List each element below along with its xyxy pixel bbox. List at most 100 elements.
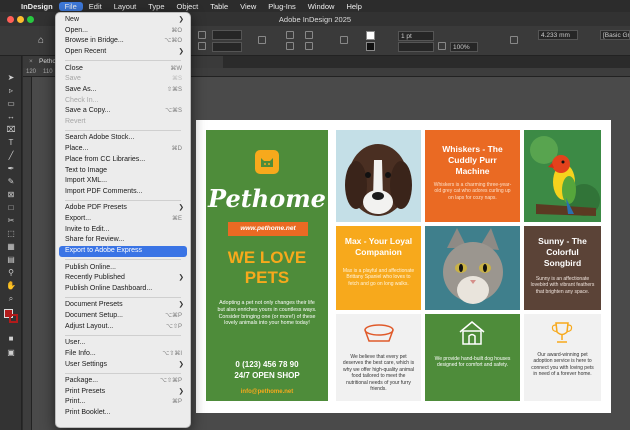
- stroke-swatch[interactable]: [366, 42, 375, 51]
- menu-item-publish-online-dashboard[interactable]: Publish Online Dashboard...: [56, 284, 190, 295]
- menu-item-close[interactable]: Close ⌘W: [56, 64, 190, 75]
- reference-point-icon[interactable]: [198, 31, 206, 39]
- chain-link-icon[interactable]: [258, 36, 266, 44]
- select-container-icon[interactable]: [340, 36, 348, 44]
- direct-selection-tool-icon[interactable]: ▹: [6, 86, 16, 96]
- food-card[interactable]: We believe that every pet deserves the b…: [336, 314, 421, 401]
- fill-swatch[interactable]: [366, 31, 375, 40]
- menu-item-print-booklet[interactable]: Print Booklet...: [56, 408, 190, 419]
- gap-tool-icon[interactable]: ↔: [6, 112, 16, 122]
- document-page[interactable]: Pethome www.pethome.net WE LOVE PETS Ado…: [196, 120, 611, 413]
- menu-item-export[interactable]: Export... ⌘E: [56, 214, 190, 225]
- menu-item-label: Document Presets: [65, 301, 123, 309]
- menu-separator: [65, 297, 181, 299]
- flip-horizontal-icon[interactable]: [305, 31, 313, 39]
- screen-mode-icon[interactable]: ▣: [6, 348, 16, 358]
- menu-item-open[interactable]: Open... ⌘O: [56, 26, 190, 37]
- max-card[interactable]: Max - Your Loyal Companion Max is a play…: [336, 226, 421, 310]
- pencil-tool-icon[interactable]: ✎: [6, 177, 16, 187]
- menu-item-import-xml[interactable]: Import XML...: [56, 176, 190, 187]
- rectangle-frame-tool-icon[interactable]: ⊠: [6, 190, 16, 200]
- menu-item-share-for-review[interactable]: Share for Review...: [56, 235, 190, 246]
- selection-tool-icon[interactable]: ➤: [6, 73, 16, 83]
- menu-item-print[interactable]: Print... ⌘P: [56, 397, 190, 408]
- menu-item-document-setup[interactable]: Document Setup... ⌥⌘P: [56, 311, 190, 322]
- menu-object[interactable]: Object: [171, 2, 205, 11]
- menu-help[interactable]: Help: [340, 2, 367, 11]
- submenu-arrow-icon: ❯: [178, 387, 184, 395]
- stroke-weight-field[interactable]: 1 pt: [398, 31, 434, 41]
- menu-file[interactable]: File: [58, 1, 83, 11]
- parrot-photo[interactable]: [524, 130, 601, 222]
- cat-photo[interactable]: [425, 226, 520, 310]
- constrain-icon[interactable]: [198, 42, 206, 50]
- gradient-tool-icon[interactable]: ▦: [6, 242, 16, 252]
- hand-tool-icon[interactable]: ✋: [6, 281, 16, 291]
- home-icon[interactable]: ⌂: [38, 35, 44, 46]
- close-tab-icon[interactable]: ×: [29, 58, 33, 65]
- brand-panel[interactable]: Pethome www.pethome.net WE LOVE PETS Ado…: [206, 130, 328, 401]
- text-wrap-icon[interactable]: [510, 36, 518, 44]
- menu-item-print-presets[interactable]: Print Presets ❯: [56, 387, 190, 398]
- menu-item-invite-to-edit[interactable]: Invite to Edit...: [56, 225, 190, 236]
- menu-item-new[interactable]: New ❯: [56, 15, 190, 26]
- dog-house-card[interactable]: We provide hand-built dog houses designe…: [425, 314, 520, 401]
- menu-item-import-pdf-comments[interactable]: Import PDF Comments...: [56, 187, 190, 198]
- menu-item-place[interactable]: Place... ⌘D: [56, 144, 190, 155]
- flip-vertical-icon[interactable]: [305, 42, 313, 50]
- menu-item-open-recent[interactable]: Open Recent ❯: [56, 47, 190, 58]
- width-field[interactable]: 4.233 mm: [538, 30, 578, 40]
- menu-item-user[interactable]: User...: [56, 338, 190, 349]
- menu-item-save-a-copy[interactable]: Save a Copy... ⌥⌘S: [56, 106, 190, 117]
- rectangle-tool-icon[interactable]: □: [6, 203, 16, 213]
- zoom-tool-icon[interactable]: ⌕: [6, 294, 16, 304]
- menu-window[interactable]: Window: [302, 2, 341, 11]
- scissors-tool-icon[interactable]: ✂: [6, 216, 16, 226]
- menu-item-publish-online[interactable]: Publish Online...: [56, 263, 190, 274]
- free-transform-tool-icon[interactable]: ⬚: [6, 229, 16, 239]
- y-field[interactable]: [212, 42, 242, 52]
- apply-color-icon[interactable]: ■: [6, 334, 16, 344]
- app-menu[interactable]: InDesign: [15, 2, 59, 11]
- menu-item-save-as[interactable]: Save As... ⇧⌘S: [56, 85, 190, 96]
- menu-item-document-presets[interactable]: Document Presets ❯: [56, 300, 190, 311]
- menu-item-check-in[interactable]: Check In...: [56, 96, 190, 107]
- menu-item-recently-published[interactable]: Recently Published ❯: [56, 273, 190, 284]
- content-collector-icon[interactable]: ⌧: [6, 125, 16, 135]
- stroke-type-field[interactable]: [398, 42, 434, 52]
- dog-photo[interactable]: [336, 130, 421, 222]
- menu-table[interactable]: Table: [204, 2, 234, 11]
- menu-item-package[interactable]: Package... ⌥⇧⌘P: [56, 376, 190, 387]
- shear-icon[interactable]: [286, 42, 294, 50]
- page-tool-icon[interactable]: ▭: [6, 99, 16, 109]
- menu-item-user-settings[interactable]: User Settings ❯: [56, 360, 190, 371]
- whiskers-card[interactable]: Whiskers - The Cuddly Purr Machine Whisk…: [425, 130, 520, 222]
- menu-edit[interactable]: Edit: [83, 2, 108, 11]
- menu-item-browse-in-bridge[interactable]: Browse in Bridge... ⌥⌘O: [56, 36, 190, 47]
- eyedropper-tool-icon[interactable]: ⚲: [6, 268, 16, 278]
- menu-item-export-to-adobe-express[interactable]: Export to Adobe Express: [59, 246, 187, 257]
- award-card[interactable]: Our award-winning pet adoption service i…: [524, 314, 601, 401]
- menu-item-adobe-pdf-presets[interactable]: Adobe PDF Presets ❯: [56, 203, 190, 214]
- type-tool-icon[interactable]: T: [6, 138, 16, 148]
- opacity-field[interactable]: 100%: [450, 42, 478, 52]
- object-style-field[interactable]: [Basic Graph: [600, 30, 630, 40]
- stroke-color-icon[interactable]: [9, 314, 18, 323]
- menu-type[interactable]: Type: [142, 2, 170, 11]
- menu-item-search-adobe-stock[interactable]: Search Adobe Stock...: [56, 133, 190, 144]
- menu-item-file-info[interactable]: File Info... ⌥⇧⌘I: [56, 349, 190, 360]
- line-tool-icon[interactable]: ╱: [6, 151, 16, 161]
- x-field[interactable]: [212, 30, 242, 40]
- menu-item-adjust-layout[interactable]: Adjust Layout... ⌥⇧P: [56, 322, 190, 333]
- menu-item-text-to-image[interactable]: Text to Image: [56, 166, 190, 177]
- note-tool-icon[interactable]: ▤: [6, 255, 16, 265]
- menu-item-save[interactable]: Save ⌘S: [56, 74, 190, 85]
- pen-tool-icon[interactable]: ✒: [6, 164, 16, 174]
- menu-item-revert[interactable]: Revert: [56, 117, 190, 128]
- sunny-card[interactable]: Sunny - The Colorful Songbird Sunny is a…: [524, 226, 601, 310]
- menu-plugins[interactable]: Plug-Ins: [262, 2, 302, 11]
- menu-item-place-from-cc-libraries[interactable]: Place from CC Libraries...: [56, 155, 190, 166]
- menu-view[interactable]: View: [234, 2, 262, 11]
- rotate-icon[interactable]: [286, 31, 294, 39]
- menu-layout[interactable]: Layout: [108, 2, 143, 11]
